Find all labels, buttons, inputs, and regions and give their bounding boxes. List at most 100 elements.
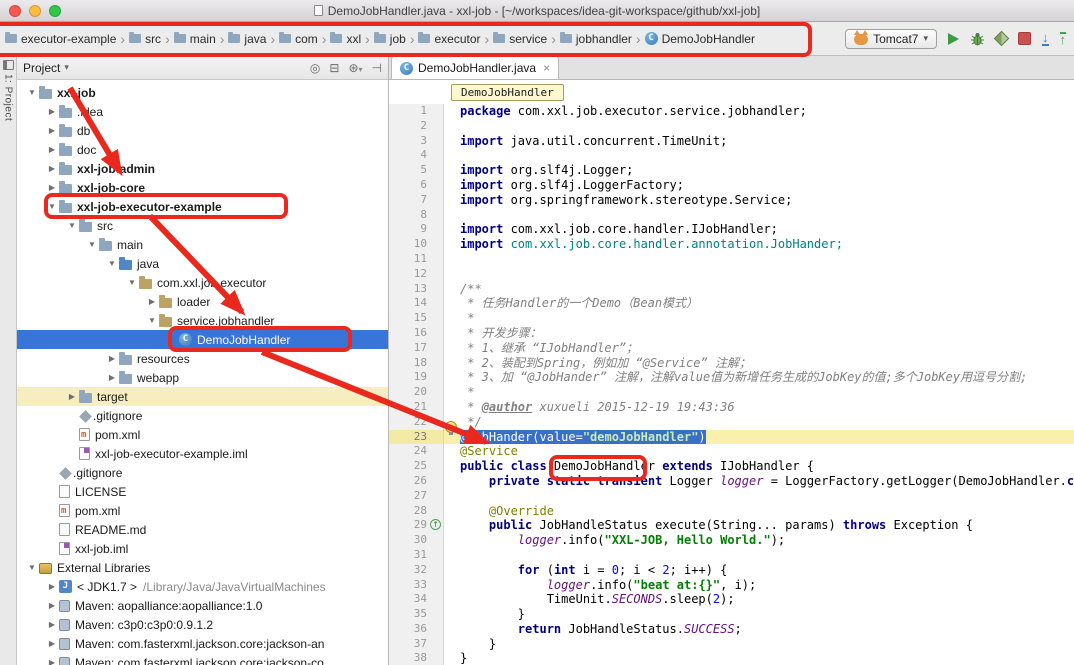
tree-item-jdk1-7[interactable]: ▶J< JDK1.7 >/Library/Java/JavaVirtualMac… [17,577,388,596]
code-text[interactable]: * [444,311,1074,326]
code-text[interactable]: * @author xuxueli 2015-12-19 19:43:36 [444,400,1074,415]
line-number-gutter[interactable]: 15 [389,311,444,326]
code-text[interactable]: @Override [444,504,1074,519]
code-text[interactable] [444,252,1074,267]
line-number-gutter[interactable]: 11 [389,252,444,267]
code-text[interactable]: * 3、加 “@JobHander” 注解，注解value值为新增任务生成的Jo… [444,370,1074,385]
code-text[interactable]: import org.slf4j.LoggerFactory; [444,178,1074,193]
tree-item-loader[interactable]: ▶loader [17,292,388,311]
line-number-gutter[interactable]: 1 [389,104,444,119]
line-number-gutter[interactable]: 33 [389,578,444,593]
close-tab-icon[interactable]: × [543,61,550,75]
tree-toggle-icon[interactable]: ▶ [65,392,79,401]
override-method-gutter-icon[interactable]: ↑ [430,519,441,530]
code-text[interactable]: * 任务Handler的一个Demo（Bean模式） [444,296,1074,311]
project-panel-title-selector[interactable]: Project ▾ [23,61,310,75]
tree-item-src[interactable]: ▼src [17,216,388,235]
line-number-gutter[interactable]: 5 [389,163,444,178]
breadcrumb-item-com[interactable]: com [276,30,321,48]
code-text[interactable]: @Service [444,444,1074,459]
tree-item-maven-com-fasterxml-jackson-core-jackson-an[interactable]: ▶Maven: com.fasterxml.jackson.core:jacks… [17,634,388,653]
code-text[interactable] [444,548,1074,563]
line-number-gutter[interactable]: 28 [389,504,444,519]
code-text[interactable]: } [444,607,1074,622]
code-text[interactable]: * 1、继承 “IJobHandler”； [444,341,1074,356]
run-button[interactable] [948,33,959,45]
line-number-gutter[interactable]: 38 [389,651,444,665]
tree-toggle-icon[interactable]: ▶ [45,164,59,173]
tree-item-xxl-job[interactable]: ▼xxl-job [17,83,388,102]
line-number-gutter[interactable]: 2 [389,119,444,134]
tree-item-doc[interactable]: ▶doc [17,140,388,159]
tree-toggle-icon[interactable]: ▶ [45,658,59,665]
code-text[interactable]: @JobHander(value="demoJobHandler") [444,430,1074,445]
tree-item-readme-md[interactable]: README.md [17,520,388,539]
line-number-gutter[interactable]: 27 [389,489,444,504]
breadcrumb-item-service[interactable]: service [490,30,550,48]
stop-button[interactable] [1018,32,1031,45]
line-number-gutter[interactable]: 26 [389,474,444,489]
tree-item-external-libraries[interactable]: ▼External Libraries [17,558,388,577]
line-number-gutter[interactable]: 12 [389,267,444,282]
tree-toggle-icon[interactable]: ▼ [25,563,39,572]
line-number-gutter[interactable]: 17 [389,341,444,356]
line-number-gutter[interactable]: 25 [389,459,444,474]
tree-toggle-icon[interactable]: ▶ [45,639,59,648]
editor-tab-demojobhandler[interactable]: C DemoJobHandler.java × [391,56,559,79]
tree-item-service-jobhandler[interactable]: ▼service.jobhandler [17,311,388,330]
line-number-gutter[interactable]: 29↑ [389,518,444,533]
tree-item-resources[interactable]: ▶resources [17,349,388,368]
code-text[interactable]: for (int i = 0; i < 2; i++) { [444,563,1074,578]
line-number-gutter[interactable]: 31 [389,548,444,563]
tree-toggle-icon[interactable]: ▶ [105,373,119,382]
line-number-gutter[interactable]: 20 [389,385,444,400]
vcs-commit-button[interactable]: ↑ [1060,32,1067,46]
code-text[interactable]: import java.util.concurrent.TimeUnit; [444,134,1074,149]
vcs-update-button[interactable]: ↓ [1042,32,1049,46]
tree-item-webapp[interactable]: ▶webapp [17,368,388,387]
tree-toggle-icon[interactable]: ▶ [145,297,159,306]
code-text[interactable] [444,208,1074,223]
line-number-gutter[interactable]: 34 [389,592,444,607]
tree-toggle-icon[interactable]: ▶ [45,620,59,629]
line-number-gutter[interactable]: 21 [389,400,444,415]
breadcrumb-item-jobhandler[interactable]: jobhandler [557,30,635,48]
tree-toggle-icon[interactable]: ▼ [45,202,59,211]
line-number-gutter[interactable]: 24 [389,444,444,459]
debug-button[interactable] [970,32,985,46]
tree-item-xxl-job-admin[interactable]: ▶xxl-job-admin [17,159,388,178]
line-number-gutter[interactable]: 6 [389,178,444,193]
code-text[interactable] [444,267,1074,282]
tree-item-pom-xml[interactable]: pom.xml [17,501,388,520]
run-config-selector[interactable]: Tomcat7 ▾ [845,29,937,49]
breadcrumb-item-executor[interactable]: executor [415,30,483,48]
line-number-gutter[interactable]: 9 [389,222,444,237]
tree-toggle-icon[interactable]: ▼ [125,278,139,287]
code-text[interactable]: } [444,637,1074,652]
tree-toggle-icon[interactable]: ▼ [105,259,119,268]
tree-item-demojobhandler[interactable]: CDemoJobHandler [17,330,388,349]
breadcrumb-item-java[interactable]: java [225,30,269,48]
line-number-gutter[interactable]: 36 [389,622,444,637]
line-number-gutter[interactable]: 14 [389,296,444,311]
code-text[interactable]: import com.xxl.job.core.handler.annotati… [444,237,1074,252]
breadcrumb-item-executor-example[interactable]: executor-example [2,30,119,48]
tree-toggle-icon[interactable]: ▼ [85,240,99,249]
code-text[interactable]: import org.slf4j.Logger; [444,163,1074,178]
line-number-gutter[interactable]: 8 [389,208,444,223]
tree-toggle-icon[interactable]: ▶ [45,126,59,135]
tree-toggle-icon[interactable]: ▼ [145,316,159,325]
project-tool-window-button[interactable]: 1: Project [0,56,16,121]
code-text[interactable]: TimeUnit.SECONDS.sleep(2); [444,592,1074,607]
line-number-gutter[interactable]: 37 [389,637,444,652]
tree-item-gitignore[interactable]: .gitignore [17,406,388,425]
tree-toggle-icon[interactable]: ▶ [105,354,119,363]
tree-item-xxl-job-core[interactable]: ▶xxl-job-core [17,178,388,197]
tree-item-xxl-job-iml[interactable]: xxl-job.iml [17,539,388,558]
code-text[interactable]: logger.info("beat at:{}", i); [444,578,1074,593]
code-text[interactable] [444,489,1074,504]
code-text[interactable]: } [444,651,1074,665]
breadcrumb-item-job[interactable]: job [371,30,409,48]
tree-item-gitignore[interactable]: .gitignore [17,463,388,482]
tree-item-java[interactable]: ▼java [17,254,388,273]
